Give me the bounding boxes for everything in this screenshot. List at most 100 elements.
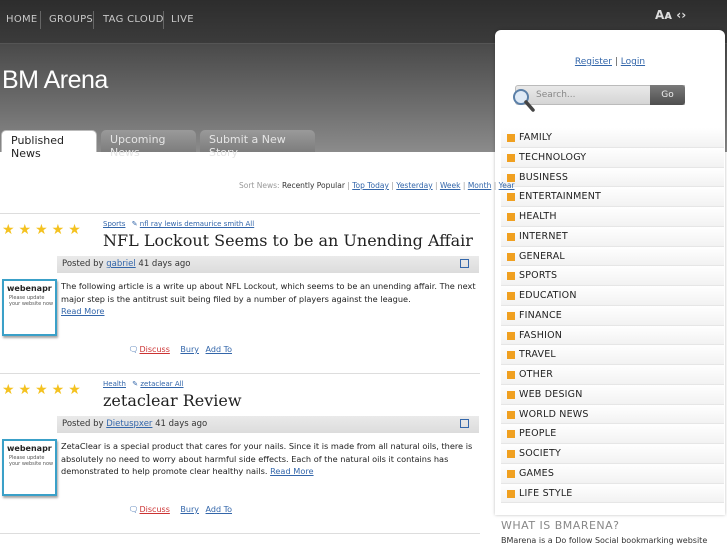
- category-item[interactable]: SPORTS: [501, 266, 724, 286]
- sort-year[interactable]: Year: [499, 181, 515, 190]
- sort-label: Sort News:: [239, 181, 280, 190]
- thumbnail-title: webenapr: [7, 284, 52, 293]
- divider: [0, 373, 480, 374]
- bullet-icon: [507, 430, 515, 439]
- sort-week[interactable]: Week: [440, 181, 461, 190]
- comment-icon: 🗨: [128, 345, 139, 354]
- sort-current: Recently Popular: [281, 181, 345, 190]
- category-item[interactable]: HEALTH: [501, 207, 724, 227]
- tags-link[interactable]: zetaclear All: [140, 380, 183, 388]
- bullet-icon: [507, 371, 515, 379]
- nav-groups[interactable]: GROUPS: [49, 14, 93, 25]
- category-item[interactable]: WEB DESIGN: [501, 384, 724, 405]
- nav-tag-cloud[interactable]: TAG CLOUD: [103, 14, 164, 25]
- rating-stars-icon[interactable]: ★★★★★: [2, 222, 85, 238]
- category-item[interactable]: TRAVEL: [501, 345, 724, 365]
- tag-icon: ✎: [131, 220, 138, 228]
- comment-icon: 🗨: [128, 505, 139, 514]
- category-item[interactable]: BUSINESS: [501, 167, 724, 188]
- bullet-icon: [507, 292, 515, 300]
- category-list: FAMILY TECHNOLOGY BUSINESS ENTERTAINMENT…: [501, 128, 724, 504]
- discuss-link[interactable]: Discuss: [140, 345, 170, 354]
- tag-icon: ✎: [132, 380, 139, 388]
- read-more-link[interactable]: Read More: [61, 306, 104, 316]
- login-link[interactable]: Login: [621, 57, 645, 67]
- nav-live[interactable]: LIVE: [171, 14, 194, 25]
- category-item[interactable]: FINANCE: [501, 305, 724, 326]
- divider: [0, 533, 480, 534]
- search-placeholder: Search...: [536, 90, 576, 100]
- bullet-icon: [507, 351, 515, 360]
- author-link[interactable]: Dietuspxer: [106, 419, 152, 429]
- tab-submit-story[interactable]: Submit a New Story: [200, 130, 315, 159]
- bullet-icon: [507, 450, 515, 458]
- what-is-text: BMarena is a Do follow Social bookmarkin…: [501, 536, 708, 545]
- what-is-heading: WHAT IS BMARENA?: [501, 519, 620, 532]
- register-link[interactable]: Register: [575, 57, 612, 67]
- story-body: ZetaClear is a special product that care…: [61, 440, 479, 478]
- tags-link[interactable]: nfl ray lewis demaurice smith All: [140, 220, 254, 228]
- author-link[interactable]: gabriel: [106, 259, 135, 269]
- sort-top-today[interactable]: Top Today: [352, 181, 389, 190]
- auth-separator: |: [614, 57, 618, 67]
- search-go-button[interactable]: Go: [650, 85, 685, 105]
- bullet-icon: [507, 489, 515, 498]
- category-item[interactable]: ENTERTAINMENT: [501, 187, 724, 207]
- story-age: 41 days ago: [155, 419, 208, 429]
- story-actions: 🗨Discuss Bury Add To: [128, 345, 232, 354]
- story-text: The following article is a write up abou…: [61, 281, 476, 304]
- story-postbar: Posted by Dietuspxer 41 days ago: [57, 416, 479, 433]
- rating-stars-icon[interactable]: ★★★★★: [2, 382, 85, 398]
- search-icon: [513, 89, 535, 112]
- bullet-icon: [507, 232, 515, 241]
- category-item[interactable]: WORLD NEWS: [501, 404, 724, 425]
- story-thumbnail[interactable]: webenapr Please update your website now: [2, 279, 57, 336]
- story-title[interactable]: zetaclear Review: [103, 391, 242, 410]
- thumbnail-title: webenapr: [7, 444, 52, 453]
- posted-by-label: Posted by: [62, 419, 104, 429]
- story-actions: 🗨Discuss Bury Add To: [128, 505, 232, 514]
- bury-link[interactable]: Bury: [180, 505, 199, 514]
- tab-upcoming-news[interactable]: Upcoming News: [101, 130, 196, 159]
- bullet-icon: [507, 153, 515, 162]
- category-item[interactable]: SOCIETY: [501, 444, 724, 464]
- story-meta: Health ✎ zetaclear All: [103, 380, 188, 388]
- external-link-icon[interactable]: [460, 259, 469, 268]
- page: HOME GROUPS TAG CLOUD LIVE Aᴀ ‹› BM Aren…: [0, 0, 727, 545]
- category-item[interactable]: GAMES: [501, 463, 724, 484]
- category-item[interactable]: LIFE STYLE: [501, 483, 724, 504]
- add-to-link[interactable]: Add To: [206, 345, 232, 354]
- category-item[interactable]: TECHNOLOGY: [501, 147, 724, 168]
- nav-separator: [40, 11, 41, 29]
- category-item[interactable]: PEOPLE: [501, 424, 724, 444]
- category-link[interactable]: Health: [103, 380, 126, 388]
- font-size-toggle[interactable]: Aᴀ ‹›: [655, 8, 686, 22]
- category-item[interactable]: EDUCATION: [501, 286, 724, 306]
- story-title[interactable]: NFL Lockout Seems to be an Unending Affa…: [103, 231, 473, 250]
- category-item[interactable]: FASHION: [501, 325, 724, 346]
- category-link[interactable]: Sports: [103, 220, 125, 228]
- bullet-icon: [507, 331, 515, 340]
- nav-home[interactable]: HOME: [6, 14, 38, 25]
- sort-month[interactable]: Month: [468, 181, 492, 190]
- bullet-icon: [507, 272, 515, 281]
- story-thumbnail[interactable]: webenapr Please update your website now: [2, 439, 57, 496]
- category-item[interactable]: OTHER: [501, 365, 724, 385]
- sort-yesterday[interactable]: Yesterday: [396, 181, 432, 190]
- category-item[interactable]: INTERNET: [501, 226, 724, 247]
- bullet-icon: [507, 311, 515, 320]
- tab-published-news[interactable]: Published News: [1, 130, 97, 160]
- bury-link[interactable]: Bury: [180, 345, 199, 354]
- category-item[interactable]: GENERAL: [501, 246, 724, 267]
- read-more-link[interactable]: Read More: [270, 466, 313, 476]
- divider: [0, 213, 480, 214]
- category-item[interactable]: FAMILY: [501, 128, 724, 148]
- bullet-icon: [507, 390, 515, 399]
- site-title[interactable]: BM Arena: [2, 66, 108, 95]
- external-link-icon[interactable]: [460, 419, 469, 428]
- story-age: 41 days ago: [138, 259, 191, 269]
- posted-by-label: Posted by: [62, 259, 104, 269]
- add-to-link[interactable]: Add To: [206, 505, 232, 514]
- bullet-icon: [507, 213, 515, 221]
- discuss-link[interactable]: Discuss: [140, 505, 170, 514]
